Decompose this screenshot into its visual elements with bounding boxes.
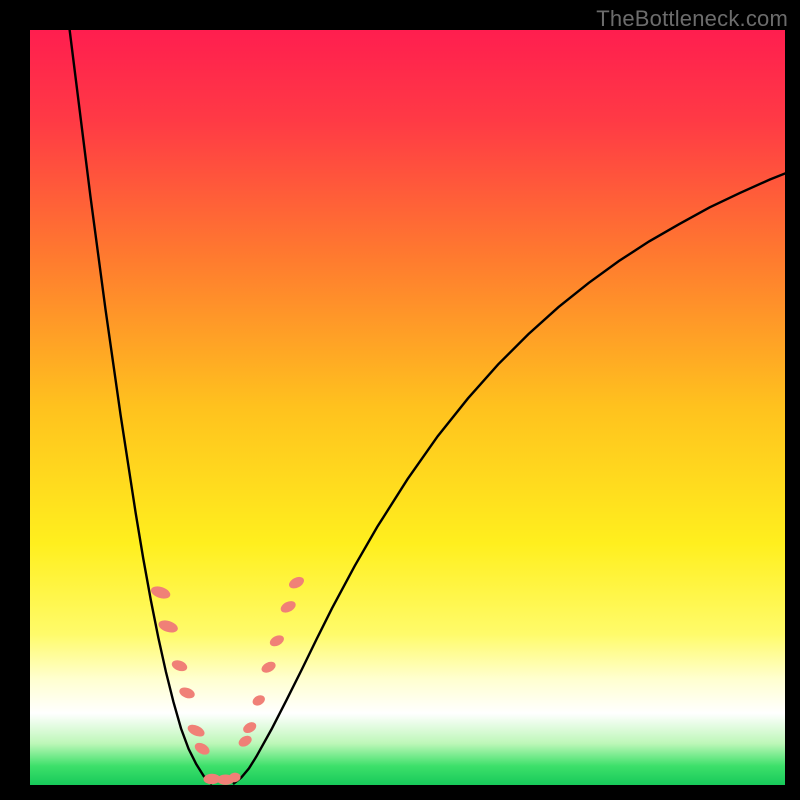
gradient-background — [30, 30, 785, 785]
plot-area — [30, 30, 785, 785]
chart-frame: TheBottleneck.com — [0, 0, 800, 800]
attribution-label: TheBottleneck.com — [596, 6, 788, 32]
chart-svg — [30, 30, 785, 785]
